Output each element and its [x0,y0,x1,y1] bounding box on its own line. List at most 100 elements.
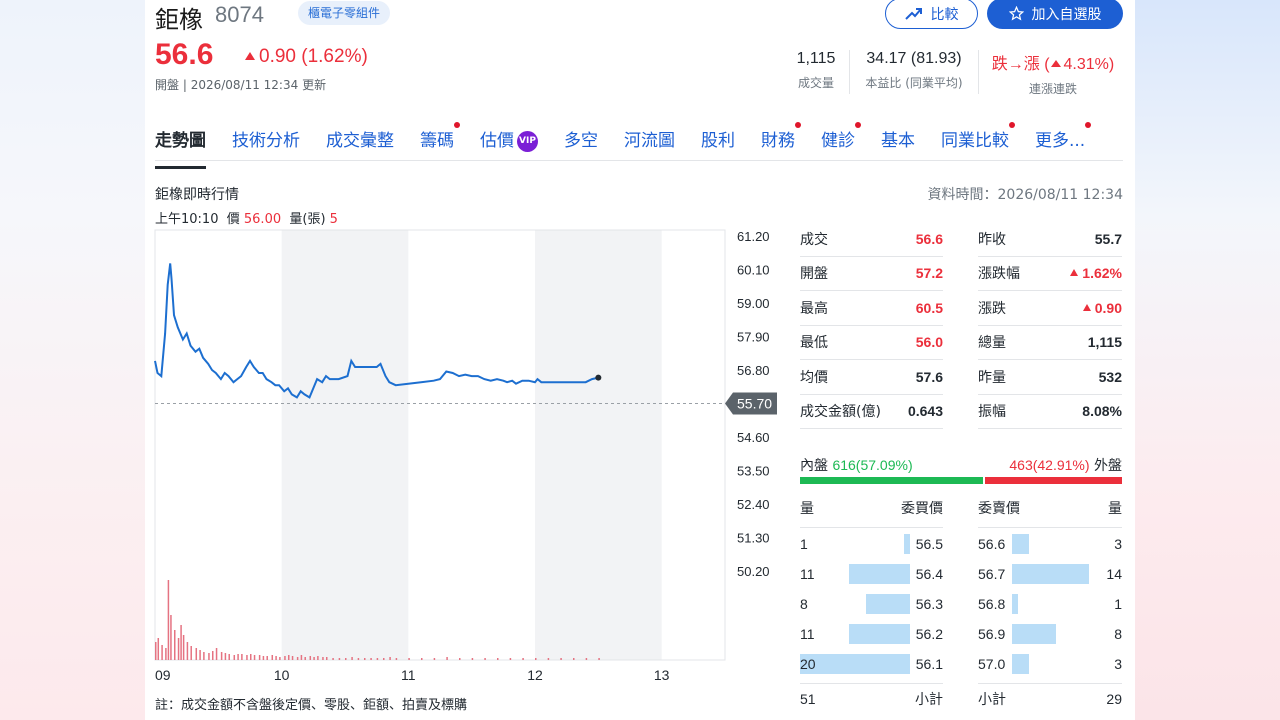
tab-chips[interactable]: 籌碼 [420,122,460,160]
stat-pe: 34.17 (81.93) 本益比 (同業平均) [853,50,975,91]
volume-bar [322,657,324,660]
tab-peers[interactable]: 同業比較 [941,122,1015,160]
tab-basic[interactable]: 基本 [881,126,915,160]
ask-row: 56.9 8 [978,619,1122,649]
volume-bar [233,655,236,660]
volume-bar [389,657,391,660]
volume-bar [174,630,176,660]
ask-depth-bar [1012,564,1089,584]
quote-row: 均價 57.6 [800,360,943,395]
x-tick-label: 10 [274,667,290,683]
stat-volume: 1,115 成交量 [785,50,847,91]
quote-value: 60.5 [915,299,943,316]
volume-bar [535,658,537,660]
bid-depth-bar [866,594,910,614]
quote-label: 開盤 [800,266,828,283]
volume-bar [421,658,423,660]
tab-technical[interactable]: 技術分析 [232,126,300,160]
quote-label: 漲跌 [978,300,1006,317]
volume-bar [186,642,189,660]
volume-bar [509,658,512,660]
tab-health[interactable]: 健診 [821,122,861,160]
volume-bar [459,658,461,660]
volume-bar [376,658,379,660]
ask-qty: 3 [1114,536,1122,552]
background-right [1135,0,1280,720]
outer-value: 463(42.91%) [1009,457,1090,473]
ask-qty: 1 [1114,596,1122,612]
quote-label: 成交金額(億) [800,404,881,421]
bid-qty: 20 [800,656,816,672]
ask-depth-bar [1012,594,1018,614]
quote-value: 1.62% [1082,265,1122,282]
bid-price: 56.3 [915,596,943,612]
hour-band [535,230,662,660]
bid-rows: 1 56.5 11 56.4 8 56.3 11 56.2 20 56.1 [800,529,943,679]
tab-trades[interactable]: 成交彙整 [326,126,394,160]
vip-badge: VIP [517,130,538,152]
quote-value: 0.643 [907,403,943,420]
y-tick-label: 50.20 [737,564,770,579]
tab-label: 財務 [761,131,795,151]
ask-total-label: 小計 [978,691,1006,708]
tab-valuation[interactable]: 估價 VIP [480,126,538,160]
tab-trend[interactable]: 走勢圖 [155,126,206,169]
ask-price: 56.7 [978,566,1006,582]
quote-row: 開盤 57.2 [800,257,943,291]
bid-qty: 11 [800,566,815,582]
compare-label: 比較 [930,6,959,23]
quote-row: 昨收 55.7 [978,222,1122,257]
quote-row: 成交金額(億) 0.643 [800,395,943,429]
volume-bar [212,651,214,660]
quote-value: 57.6 [915,368,943,385]
divider [978,50,979,94]
tab-label: 成交彙整 [326,131,394,151]
volume-bar [237,654,239,660]
ask-qty: 3 [1114,656,1122,672]
volume-bar [165,648,167,660]
y-tick-label: 59.00 [737,296,770,311]
tab-label: 估價 [480,131,514,151]
bid-total: 51 小計 [800,683,943,713]
quote-value: 8.08% [1082,403,1122,420]
tab-label: 多空 [564,131,598,151]
background-left [0,0,145,720]
volume-bar [262,656,265,660]
volume-bar [284,656,286,660]
tab-label: 同業比較 [941,131,1009,151]
tab-more[interactable]: 更多... [1035,122,1092,160]
volume-bar [224,653,227,660]
up-arrow-icon [1050,60,1061,67]
ask-book: 委賣價 量 56.6 3 56.7 14 56.8 1 56.9 8 57.0 3 小計 29 [978,498,1122,713]
sector-tag[interactable]: 櫃電子零組件 [298,1,391,25]
tab-bullbear[interactable]: 多空 [564,126,598,160]
tab-financial[interactable]: 財務 [761,122,801,160]
bid-total-value: 51 [800,690,816,707]
quote-value: 1,115 [1087,334,1122,351]
notification-dot [454,122,460,128]
intraday-chart[interactable]: 61.20 60.10 59.00 57.90 56.80 55.70 54.60 53.50… [145,222,795,692]
hour-band [281,230,409,660]
volume-bar [246,655,248,660]
y-tick-label: 57.90 [737,330,770,345]
volume-bar [332,658,334,660]
outer-ratio-bar [985,477,1122,484]
compare-button[interactable]: 比較 [885,0,978,29]
tab-dividend[interactable]: 股利 [701,126,735,160]
volume-bar [573,658,575,660]
stock-page: 鉅橡 8074 櫃電子零組件 比較 加入自選股 56.6 0.90 (1.62%… [145,0,1135,720]
volume-bar [304,657,306,660]
ask-total: 小計 29 [978,683,1122,713]
volume-bar [220,652,223,660]
volume-bar [258,655,261,660]
ask-price: 56.6 [978,536,1006,552]
compare-icon [904,7,922,20]
quote-label: 昨量 [978,369,1006,386]
volume-bar [313,657,315,660]
y-tick-label: 54.60 [737,430,770,445]
add-watchlist-button[interactable]: 加入自選股 [987,0,1123,29]
tab-label: 河流圖 [624,131,675,151]
x-tick-label: 12 [527,667,543,683]
up-arrow-icon [245,52,255,60]
tab-river[interactable]: 河流圖 [624,126,675,160]
